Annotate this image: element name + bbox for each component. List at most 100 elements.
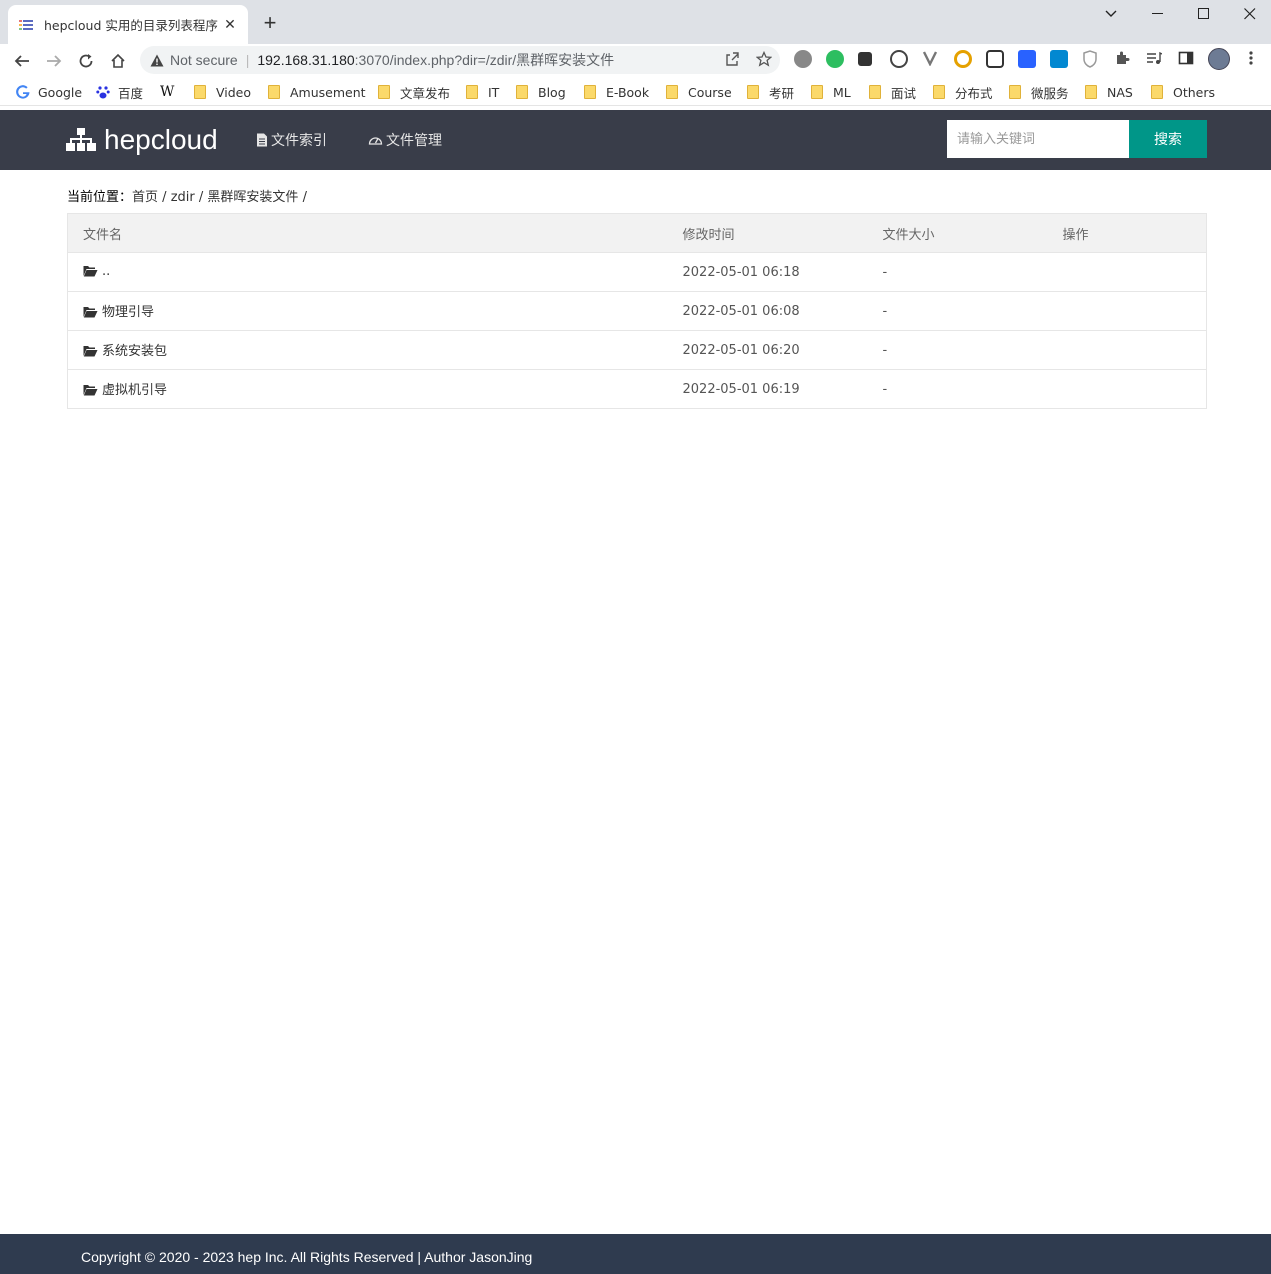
v-extension-icon[interactable]	[922, 50, 940, 68]
nav-file-manage[interactable]: 文件管理	[368, 130, 442, 150]
file-name[interactable]: 虚拟机引导	[102, 383, 167, 398]
x-extension-icon[interactable]	[858, 52, 872, 66]
back-button[interactable]	[8, 47, 36, 75]
media-control-icon[interactable]	[1146, 50, 1164, 68]
bookmark-folder-amusement[interactable]: Amusement	[268, 83, 366, 101]
folder-icon	[1151, 85, 1163, 99]
profile-avatar[interactable]	[1208, 48, 1230, 70]
bookmark-folder-ml[interactable]: ML	[811, 83, 851, 101]
bookmark-folder-ebook[interactable]: E-Book	[584, 83, 649, 101]
blue-extension-icon[interactable]	[1018, 50, 1036, 68]
size-cell: -	[867, 369, 1048, 409]
file-name[interactable]: 物理引导	[102, 305, 154, 320]
bookmark-folder-others[interactable]: Others	[1151, 83, 1215, 101]
folder-icon	[1085, 85, 1097, 99]
bookmark-folder-kaoyan[interactable]: 考研	[747, 83, 794, 101]
bookmark-folder-interview[interactable]: 面试	[869, 83, 916, 101]
bookmark-label: NAS	[1107, 84, 1133, 100]
breadcrumb-zdir[interactable]: zdir	[171, 190, 195, 205]
nav-file-index[interactable]: 文件索引	[256, 130, 327, 150]
address-bar[interactable]: Not secure | 192.168.31.180:3070/index.p…	[140, 46, 780, 74]
table-row[interactable]: 物理引导 2022-05-01 06:08 -	[67, 291, 1207, 331]
folder-icon	[516, 85, 528, 99]
warning-icon[interactable]	[150, 54, 164, 67]
breadcrumb-separator: /	[162, 190, 167, 205]
minimize-button[interactable]	[1135, 4, 1181, 24]
bookmark-folder-blog[interactable]: Blog	[516, 83, 566, 101]
list-favicon-icon	[18, 17, 34, 33]
table-row[interactable]: .. 2022-05-01 06:18 -	[67, 252, 1207, 292]
file-name-cell[interactable]: 系统安装包	[67, 330, 668, 370]
bookmark-wikipedia-icon[interactable]: W	[160, 83, 174, 101]
breadcrumb-separator: /	[302, 190, 307, 205]
grammar-extension-icon[interactable]	[986, 50, 1004, 68]
home-button[interactable]	[104, 47, 132, 75]
bookmark-folder-course[interactable]: Course	[666, 83, 732, 101]
forward-button[interactable]	[40, 47, 68, 75]
close-tab-icon[interactable]: ✕	[222, 16, 238, 33]
dsm-extension-icon[interactable]	[1050, 50, 1068, 68]
search-input[interactable]	[947, 120, 1129, 158]
table-row[interactable]: 系统安装包 2022-05-01 06:20 -	[67, 330, 1207, 370]
bookmark-folder-article[interactable]: 文章发布	[378, 83, 450, 101]
bookmark-label: 考研	[769, 85, 795, 101]
browser-tab[interactable]: hepcloud 实用的目录列表程序 ✕	[8, 5, 248, 44]
folder-icon	[584, 85, 596, 99]
bookmark-label: 文章发布	[400, 85, 451, 101]
bookmark-label: 百度	[118, 85, 144, 101]
puzzle-extensions-icon[interactable]	[1114, 50, 1132, 68]
folder-icon	[811, 85, 823, 99]
folder-icon	[194, 85, 206, 99]
share-icon[interactable]	[724, 51, 740, 70]
breadcrumb-current[interactable]: 黑群晖安装文件	[207, 190, 298, 205]
bookmark-folder-microservice[interactable]: 微服务	[1009, 83, 1069, 101]
shield-extension-icon[interactable]	[1082, 50, 1100, 68]
bookmark-star-icon[interactable]	[755, 50, 773, 70]
folder-icon	[378, 85, 390, 99]
bookmark-label: Others	[1173, 84, 1216, 100]
bookmark-label: IT	[488, 84, 500, 100]
logo-text: hepcloud	[104, 124, 218, 155]
url-host: 192.168.31.180	[257, 52, 355, 68]
folder-icon	[933, 85, 945, 99]
file-name[interactable]: ..	[102, 264, 110, 279]
close-window-button[interactable]	[1227, 4, 1271, 24]
side-panel-icon[interactable]	[1178, 50, 1196, 68]
new-tab-button[interactable]: +	[258, 12, 282, 36]
bookmark-label: 分布式	[955, 85, 993, 101]
sync-extension-icon[interactable]	[890, 50, 908, 68]
size-cell: -	[867, 291, 1048, 331]
file-name-cell[interactable]: ..	[67, 252, 668, 292]
address-divider: |	[245, 52, 250, 68]
evernote-extension-icon[interactable]	[826, 50, 844, 68]
dashboard-icon	[368, 133, 383, 147]
column-header-name: 文件名	[67, 213, 668, 253]
file-name-cell[interactable]: 物理引导	[67, 291, 668, 331]
bookmark-baidu[interactable]: 百度	[96, 83, 143, 101]
column-header-modified: 修改时间	[667, 213, 868, 253]
column-header-action: 操作	[1047, 213, 1207, 253]
file-name-cell[interactable]: 虚拟机引导	[67, 369, 668, 409]
tab-search-icon[interactable]	[1088, 4, 1134, 24]
bookmark-google[interactable]: Google	[16, 83, 82, 101]
chrome-extension-icon[interactable]	[954, 50, 972, 68]
maximize-button[interactable]	[1181, 4, 1227, 24]
file-name[interactable]: 系统安装包	[102, 344, 167, 359]
wordpress-extension-icon[interactable]	[794, 50, 812, 68]
bookmark-folder-nas[interactable]: NAS	[1085, 83, 1133, 101]
tab-title: hepcloud 实用的目录列表程序	[44, 18, 218, 33]
table-row[interactable]: 虚拟机引导 2022-05-01 06:19 -	[67, 369, 1207, 409]
nav-label: 文件管理	[386, 133, 442, 149]
bookmark-label: ML	[833, 84, 851, 100]
search-button[interactable]: 搜索	[1129, 120, 1207, 158]
bookmark-folder-video[interactable]: Video	[194, 83, 251, 101]
kebab-menu-icon[interactable]	[1244, 50, 1258, 68]
url-path: :3070/index.php?dir=/zdir/黑群晖安装文件	[354, 52, 615, 68]
reload-button[interactable]	[72, 47, 100, 75]
site-logo[interactable]: hepcloud	[66, 124, 218, 156]
bookmark-folder-distributed[interactable]: 分布式	[933, 83, 993, 101]
site-header: hepcloud 文件索引 文件管理 搜索	[0, 110, 1271, 170]
folder-icon	[666, 85, 678, 99]
bookmark-folder-it[interactable]: IT	[466, 83, 499, 101]
breadcrumb-home[interactable]: 首页	[132, 190, 158, 205]
